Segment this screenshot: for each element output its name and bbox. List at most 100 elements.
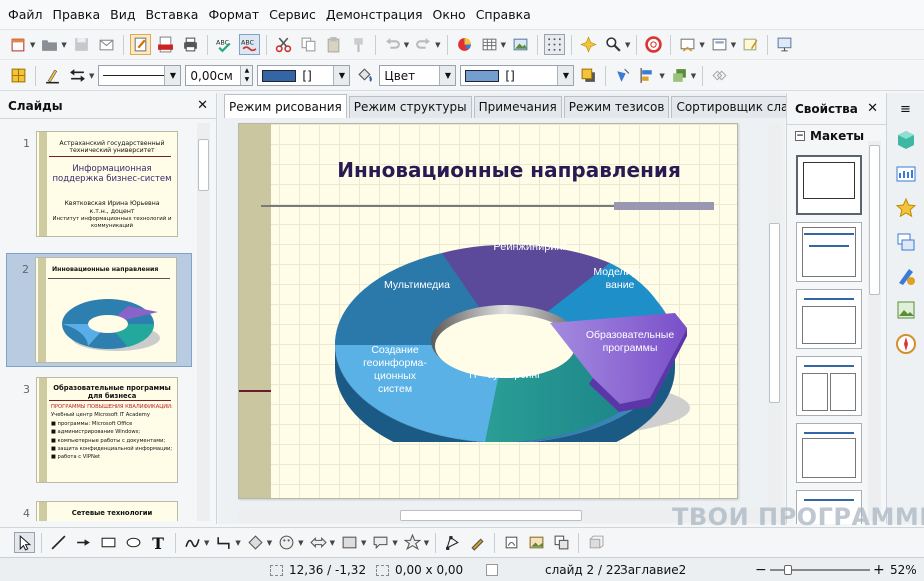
zoom-slider[interactable] — [770, 558, 870, 581]
slide-canvas[interactable]: Инновационные направления Мультимедиа Ре… — [238, 123, 738, 499]
chevron-down-icon[interactable]: ▼ — [439, 66, 456, 85]
scrollbar-thumb[interactable] — [769, 223, 780, 403]
rotate-icon[interactable] — [612, 65, 633, 86]
autospellcheck-icon[interactable]: ABC — [238, 34, 260, 55]
grid-icon[interactable] — [543, 34, 565, 55]
menu-tools[interactable]: Сервис — [264, 0, 321, 30]
undo-dropdown-icon[interactable]: ▼ — [404, 41, 409, 49]
navigator-icon[interactable] — [893, 331, 919, 357]
menu-view[interactable]: Вид — [105, 0, 140, 30]
stars-icon[interactable] — [402, 532, 423, 553]
close-icon[interactable]: ✕ — [867, 101, 878, 116]
layout-title-content[interactable] — [796, 222, 862, 282]
rectangle-tool-icon[interactable] — [98, 532, 119, 553]
slide-design-icon[interactable] — [740, 34, 761, 55]
table-dropdown-icon[interactable]: ▼ — [501, 41, 506, 49]
arrow-dropdown-icon[interactable]: ▼ — [89, 72, 94, 80]
line-tool-icon[interactable] — [48, 532, 69, 553]
shadow-icon[interactable] — [578, 65, 599, 86]
cut-icon[interactable] — [273, 34, 294, 55]
gallery-icon[interactable] — [893, 297, 919, 323]
image-icon[interactable] — [510, 34, 531, 55]
redo-dropdown-icon[interactable]: ▼ — [435, 41, 440, 49]
spellcheck-icon[interactable]: ABC — [214, 34, 235, 55]
transition-icon[interactable] — [893, 229, 919, 255]
tab-handout-view[interactable]: Режим тезисов — [563, 96, 670, 118]
help-icon[interactable] — [643, 34, 664, 55]
export-pdf-icon[interactable] — [155, 34, 176, 55]
line-icon[interactable] — [42, 65, 63, 86]
close-icon[interactable]: ✕ — [197, 98, 208, 113]
copy-icon[interactable] — [298, 34, 319, 55]
chart-icon[interactable] — [454, 34, 475, 55]
symbol-shapes-icon[interactable] — [276, 532, 297, 553]
document-modified-icon[interactable] — [486, 558, 498, 581]
slide-thumbnail-2[interactable]: 2 Инновационные направления — [6, 253, 192, 367]
curve-dropdown-icon[interactable]: ▼ — [204, 539, 209, 547]
select-pointer-icon[interactable] — [14, 532, 35, 553]
edit-mode-icon[interactable] — [129, 34, 151, 55]
menu-insert[interactable]: Вставка — [140, 0, 203, 30]
connector-dropdown-icon[interactable]: ▼ — [235, 539, 240, 547]
email-icon[interactable] — [96, 34, 117, 55]
slide-thumbnail-4[interactable]: 4 Сетевые технологии — [6, 501, 192, 521]
ellipse-tool-icon[interactable] — [123, 532, 144, 553]
arrange-icon[interactable] — [669, 65, 690, 86]
text-tool-icon[interactable]: T — [148, 532, 169, 553]
start-presentation-icon[interactable] — [774, 34, 795, 55]
connector-tool-icon[interactable] — [213, 532, 234, 553]
align-icon[interactable] — [637, 65, 658, 86]
callouts-icon[interactable] — [370, 532, 391, 553]
menu-format[interactable]: Формат — [203, 0, 264, 30]
sidebar-menu-icon[interactable]: ≡ — [887, 99, 924, 121]
menu-slideshow[interactable]: Демонстрация — [321, 0, 428, 30]
layouts-section-header[interactable]: − Макеты — [795, 129, 864, 143]
clone-format-icon[interactable] — [348, 34, 369, 55]
save-icon[interactable] — [71, 34, 92, 55]
new-dropdown-icon[interactable]: ▼ — [30, 41, 35, 49]
position-size-icon[interactable] — [8, 65, 29, 86]
menu-file[interactable]: Файл — [3, 0, 48, 30]
menu-edit[interactable]: Правка — [48, 0, 106, 30]
tab-outline-view[interactable]: Режим структуры — [348, 96, 472, 118]
insert-image-icon[interactable] — [526, 532, 547, 553]
redo-icon[interactable] — [413, 34, 434, 55]
layout-two-content[interactable] — [796, 356, 862, 416]
layout-title-only[interactable] — [796, 289, 862, 349]
slide-title[interactable]: Инновационные направления — [299, 158, 719, 182]
arrows-dropdown-icon[interactable]: ▼ — [330, 539, 335, 547]
curve-tool-icon[interactable] — [182, 532, 203, 553]
arrow-style-icon[interactable] — [67, 65, 88, 86]
fontwork-icon[interactable] — [501, 532, 522, 553]
arrow-tool-icon[interactable] — [73, 532, 94, 553]
zoom-out-button[interactable]: − — [755, 558, 767, 581]
flowchart-dropdown-icon[interactable]: ▼ — [361, 539, 366, 547]
area-fill-icon[interactable] — [354, 65, 375, 86]
zoom-slider-handle[interactable] — [784, 565, 792, 575]
glue-points-icon[interactable] — [467, 532, 488, 553]
menu-window[interactable]: Окно — [427, 0, 470, 30]
area-color-select[interactable]: [] ▼ — [460, 65, 575, 86]
print-icon[interactable] — [180, 34, 201, 55]
group-icon[interactable] — [709, 65, 730, 86]
slide-dropdown-icon[interactable]: ▼ — [699, 41, 704, 49]
shapes-dropdown-icon[interactable]: ▼ — [267, 539, 272, 547]
animation-icon[interactable] — [893, 195, 919, 221]
new-document-icon[interactable] — [8, 34, 29, 55]
master-slides-icon[interactable] — [893, 161, 919, 187]
paste-icon[interactable] — [323, 34, 344, 55]
properties-icon[interactable] — [893, 127, 919, 153]
arrange-dropdown-icon[interactable]: ▼ — [691, 72, 696, 80]
scrollbar-thumb[interactable] — [198, 139, 209, 191]
undo-icon[interactable] — [382, 34, 403, 55]
symbols-dropdown-icon[interactable]: ▼ — [298, 539, 303, 547]
menu-help[interactable]: Справка — [471, 0, 536, 30]
slide-thumbnail-3[interactable]: 3 Образовательные программы для бизнеса … — [6, 377, 192, 483]
zoom-level[interactable]: 52% — [890, 558, 917, 581]
open-folder-icon[interactable] — [39, 34, 60, 55]
align-dropdown-icon[interactable]: ▼ — [659, 72, 664, 80]
styles-icon[interactable] — [893, 263, 919, 289]
tab-notes-view[interactable]: Примечания — [473, 96, 562, 118]
layout-dropdown-icon[interactable]: ▼ — [731, 41, 736, 49]
layout-indicator[interactable]: Заглавие2 — [620, 558, 686, 581]
